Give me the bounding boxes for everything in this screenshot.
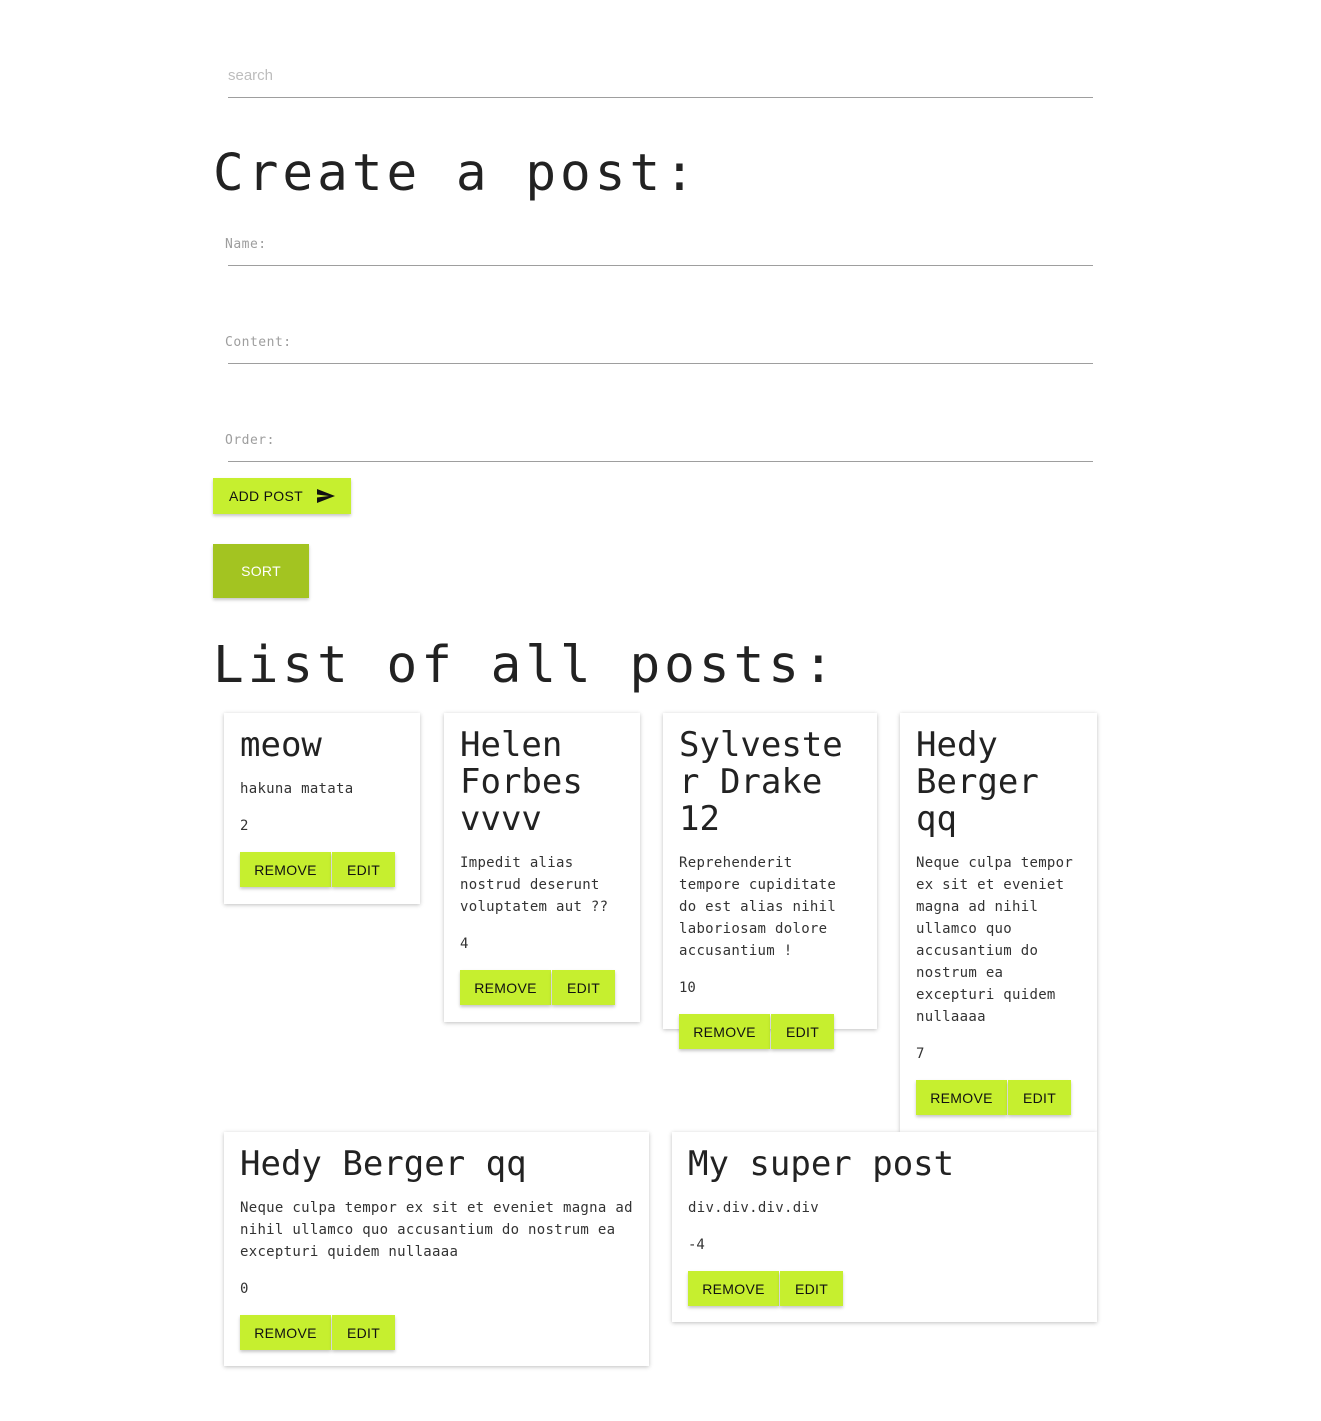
post-card: Hedy Berger qq Neque culpa tempor ex sit…: [900, 713, 1097, 1132]
remove-button[interactable]: REMOVE: [679, 1014, 770, 1049]
post-card: meow hakuna matata 2 REMOVE EDIT: [224, 713, 420, 904]
post-card: Hedy Berger qq Neque culpa tempor ex sit…: [224, 1132, 649, 1366]
search-field[interactable]: [228, 60, 1093, 98]
post-content: hakuna matata: [240, 781, 354, 797]
post-content: Reprehenderit tempore cupiditate do est …: [679, 855, 837, 959]
search-input[interactable]: [228, 60, 1093, 90]
sort-button[interactable]: SORT: [213, 544, 309, 598]
edit-button[interactable]: EDIT: [771, 1014, 834, 1049]
content-label: Content:: [225, 335, 292, 350]
order-label: Order:: [225, 433, 275, 448]
post-title: meow: [240, 725, 322, 765]
name-label: Name:: [225, 237, 267, 252]
post-card: Sylvester Drake 12 Reprehenderit tempore…: [663, 713, 877, 1049]
remove-button[interactable]: REMOVE: [916, 1080, 1007, 1115]
edit-button[interactable]: EDIT: [332, 1315, 395, 1350]
edit-button[interactable]: EDIT: [1008, 1080, 1071, 1115]
post-title: Hedy Berger qq: [916, 725, 1039, 839]
post-order: -4: [688, 1237, 705, 1253]
post-title: Hedy Berger qq: [240, 1144, 527, 1184]
post-card: My super post div.div.div.div -4 REMOVE …: [672, 1132, 1097, 1322]
content-input[interactable]: [228, 363, 1093, 364]
send-icon: [317, 489, 335, 503]
post-order: 10: [679, 980, 696, 996]
remove-button[interactable]: REMOVE: [688, 1271, 779, 1306]
name-input[interactable]: [228, 265, 1093, 266]
post-title: Helen Forbes vvvv: [460, 725, 583, 839]
remove-button[interactable]: REMOVE: [240, 1315, 331, 1350]
post-order: 7: [916, 1046, 925, 1062]
edit-button[interactable]: EDIT: [780, 1271, 843, 1306]
post-content: div.div.div.div: [688, 1200, 819, 1216]
remove-button[interactable]: REMOVE: [460, 970, 551, 1005]
remove-button[interactable]: REMOVE: [240, 852, 331, 887]
edit-button[interactable]: EDIT: [332, 852, 395, 887]
order-input[interactable]: [228, 461, 1093, 462]
edit-button[interactable]: EDIT: [552, 970, 615, 1005]
post-title: My super post: [688, 1144, 955, 1184]
post-order: 2: [240, 818, 249, 834]
post-title: Sylvester Drake 12: [679, 725, 843, 839]
posts-list-heading: List of all posts:: [213, 636, 838, 695]
post-content: Neque culpa tempor ex sit et eveniet mag…: [240, 1200, 633, 1260]
add-post-button[interactable]: ADD POST: [213, 478, 351, 514]
post-card: Helen Forbes vvvv Impedit alias nostrud …: [444, 713, 640, 1022]
post-content: Impedit alias nostrud deserunt voluptate…: [460, 855, 609, 915]
add-post-label: ADD POST: [229, 488, 303, 504]
post-order: 0: [240, 1281, 249, 1297]
post-order: 4: [460, 936, 469, 952]
create-post-heading: Create a post:: [213, 144, 699, 203]
post-content: Neque culpa tempor ex sit et eveniet mag…: [916, 855, 1074, 1025]
